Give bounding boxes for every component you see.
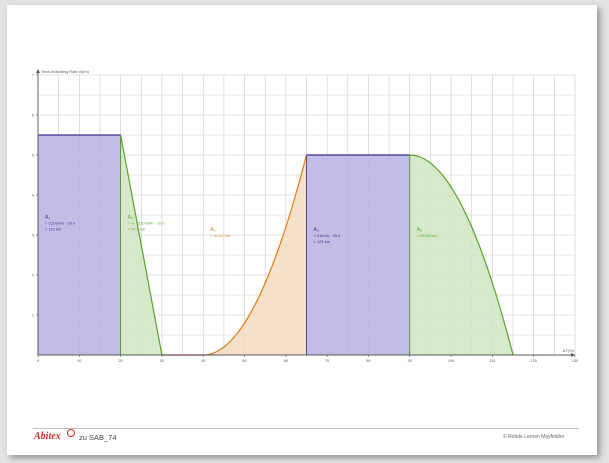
area-label-A₁: = 5,5 km/h · 20 h (45, 221, 75, 226)
x-tick-label: 120 (531, 359, 537, 363)
area-label-A₂: = 27,5 km (128, 227, 146, 232)
x-tick-label: 70 (325, 359, 329, 363)
x-tick-label: 50 (242, 359, 246, 363)
x-tick-label: 80 (366, 359, 370, 363)
worksheet-reference: zu SAB_74 (79, 433, 117, 442)
x-tick-label: 10 (77, 359, 81, 363)
y-axis-arrow-icon (36, 69, 40, 73)
velocity-time-chart: A₁= 5,5 km/h · 20 h= 110 kmA₂= ½ · 5,5 k… (32, 69, 578, 363)
x-tick-label: 110 (489, 359, 495, 363)
area-label-A₄: = 5 km/h · 25 h (314, 233, 341, 238)
area-label-A₂: = ½ · 5,5 km/h · 10 h (128, 221, 165, 226)
area-A₁ (38, 135, 121, 355)
y-tick-label: 2 (32, 273, 34, 277)
y-tick-label: 7 (32, 73, 34, 77)
y-tick-label: 1 (32, 313, 34, 317)
x-tick-label: 100 (448, 359, 454, 363)
area-label-A₁: = 110 km (45, 227, 62, 232)
area-label-A₄: = 125 km (314, 239, 331, 244)
area-A₄ (306, 155, 410, 355)
y-tick-label: 4 (32, 193, 34, 197)
x-tick-label: 30 (160, 359, 164, 363)
worksheet: A₁ = 5,5 km/h · 20 h = 110 km A₂ = ½ · 5,5 k… (7, 5, 597, 455)
logo-mark-icon (67, 429, 75, 437)
y-axis-label: Time-Indicating Rate ν(km) (41, 69, 90, 74)
y-tick-label: 6 (32, 113, 34, 117)
area-label-A₅: = 83,33 km (417, 233, 438, 238)
x-tick-label: 40 (201, 359, 205, 363)
y-tick-label: 3 (32, 233, 34, 237)
x-tick-label: 60 (284, 359, 288, 363)
x-tick-label: 0 (37, 359, 39, 363)
y-tick-label: 5 (32, 153, 34, 157)
x-tick-label: 130 (572, 359, 578, 363)
x-axis-arrow-icon (571, 353, 575, 357)
copyright-notice: © Rohde Lernen Mayfeld/er (503, 434, 565, 440)
area-label-A₃: = 41,67 km (210, 233, 231, 238)
x-tick-label: 20 (118, 359, 122, 363)
footer-divider (33, 428, 579, 429)
x-axis-label: ΔT(%) (563, 348, 575, 353)
x-tick-label: 90 (408, 359, 412, 363)
publisher-logo: Abitex (34, 431, 61, 442)
